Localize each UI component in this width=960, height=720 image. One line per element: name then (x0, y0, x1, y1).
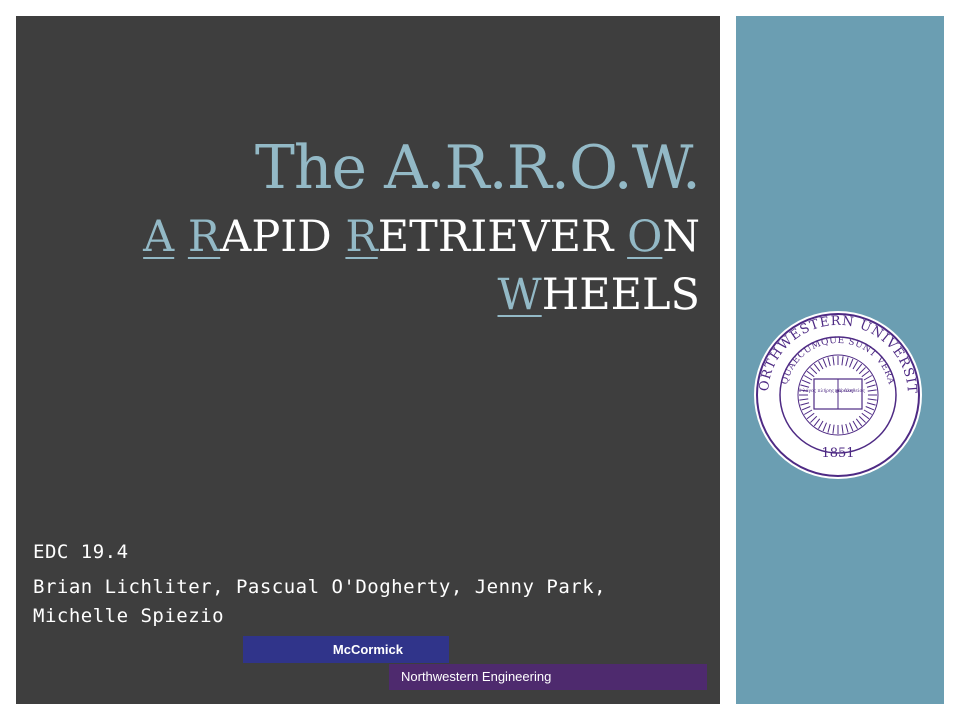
slide-main-panel: The A.R.R.O.W. A Rapid Retriever On Whee… (16, 16, 720, 704)
subtitle-accent-letter: A (143, 212, 175, 262)
subtitle-accent-letter: R (187, 212, 221, 262)
subtitle-accent-letter: O (627, 212, 663, 262)
slide-title: The A.R.R.O.W. (254, 133, 701, 203)
engineering-label: Northwestern Engineering (401, 669, 552, 684)
subtitle-line-2: Wheels (40, 266, 701, 324)
subtitle-text: etriever (377, 212, 628, 262)
byline: EDC 19.4 Brian Lichliter, Pascual O'Dogh… (33, 538, 673, 631)
subtitle-text: apid (220, 212, 346, 262)
subtitle-accent-letter: R (345, 212, 378, 262)
seal-year: 1851 (821, 446, 854, 461)
subtitle-accent-letter: W (497, 270, 542, 320)
course-code: EDC 19.4 (33, 541, 129, 563)
title-block: The A.R.R.O.W. A Rapid Retriever On Whee… (40, 133, 701, 324)
slide-subtitle: A Rapid Retriever On Wheels (40, 208, 700, 324)
author-list: Brian Lichliter, Pascual O'Dogherty, Jen… (33, 576, 607, 627)
northwestern-seal-icon: NORTHWESTERN UNIVERSITY QUAECUMQUE SUNT … (752, 309, 922, 479)
mccormick-label: McCormick (332, 642, 403, 657)
seal-book-right-text: καὶ ἀληθείας (835, 387, 865, 394)
engineering-logo-bar: Northwestern Engineering (389, 664, 707, 690)
mccormick-logo-bar: McCormick (243, 636, 449, 663)
subtitle-line-1: A Rapid Retriever On (40, 208, 700, 266)
subtitle-text (174, 212, 188, 262)
subtitle-text: n (662, 212, 700, 262)
subtitle-text: heels (541, 270, 700, 320)
